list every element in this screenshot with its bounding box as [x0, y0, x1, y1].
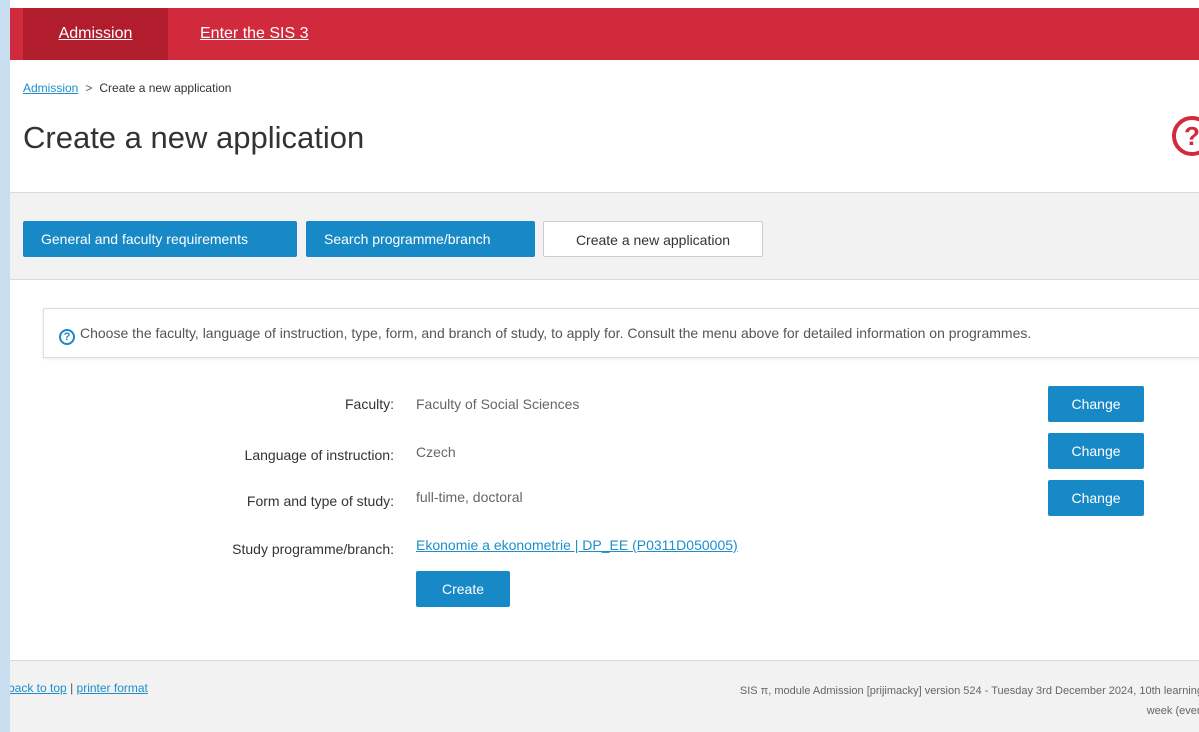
footer: back to top | printer format SIS π, modu…: [10, 660, 1199, 732]
change-faculty-button[interactable]: Change: [1048, 386, 1144, 422]
tab-admission[interactable]: Admission: [23, 8, 168, 60]
tab-enter-sis[interactable]: Enter the SIS 3: [200, 8, 309, 60]
breadcrumb-admission-link[interactable]: Admission: [23, 81, 78, 95]
breadcrumb: Admission > Create a new application: [23, 81, 231, 95]
breadcrumb-current: Create a new application: [99, 81, 232, 95]
top-navigation: Admission Enter the SIS 3: [10, 8, 1199, 60]
version-info: SIS π, module Admission [prijimacky] ver…: [643, 681, 1199, 721]
programme-value: Ekonomie a ekonometrie | DP_EE (P0311D05…: [416, 537, 738, 553]
language-label: Language of instruction:: [244, 447, 394, 463]
footer-divider: |: [70, 681, 74, 695]
question-circle-icon: ?: [59, 329, 75, 345]
search-programme-button[interactable]: Search programme/branch: [306, 221, 535, 257]
admission-menu: General and faculty requirements Search …: [10, 192, 1199, 280]
info-message: ? Choose the faculty, language of instruc…: [43, 308, 1199, 358]
faculty-value: Faculty of Social Sciences: [416, 396, 580, 412]
version-info-line1: SIS π, module Admission [prijimacky] ver…: [739, 685, 1199, 697]
form-type-value: full-time, doctoral: [416, 489, 523, 505]
create-button[interactable]: Create: [416, 571, 510, 607]
form-type-label: Form and type of study:: [246, 493, 394, 509]
faculty-label: Faculty:: [344, 396, 394, 412]
general-requirements-button[interactable]: General and faculty requirements: [23, 221, 297, 257]
footer-links: back to top | printer format: [10, 681, 148, 695]
create-application-menu-button[interactable]: Create a new application: [543, 221, 763, 257]
back-to-top-link[interactable]: back to top: [10, 681, 67, 695]
version-info-line2: week (even: [1146, 705, 1199, 717]
page-title: Create a new application: [23, 120, 365, 155]
page: Admission Enter the SIS 3 Admission > Crea…: [10, 0, 1199, 732]
change-form-type-button[interactable]: Change: [1048, 480, 1144, 516]
help-icon[interactable]: ?: [1172, 116, 1199, 156]
language-value: Czech: [416, 444, 456, 460]
programme-link[interactable]: Ekonomie a ekonometrie | DP_EE (P0311D05…: [416, 537, 738, 553]
change-language-button[interactable]: Change: [1048, 433, 1144, 469]
programme-label: Study programme/branch:: [232, 541, 394, 557]
info-text: Choose the faculty, language of instruct…: [80, 325, 1032, 341]
printer-format-link[interactable]: printer format: [77, 681, 148, 695]
breadcrumb-separator: >: [85, 81, 93, 95]
